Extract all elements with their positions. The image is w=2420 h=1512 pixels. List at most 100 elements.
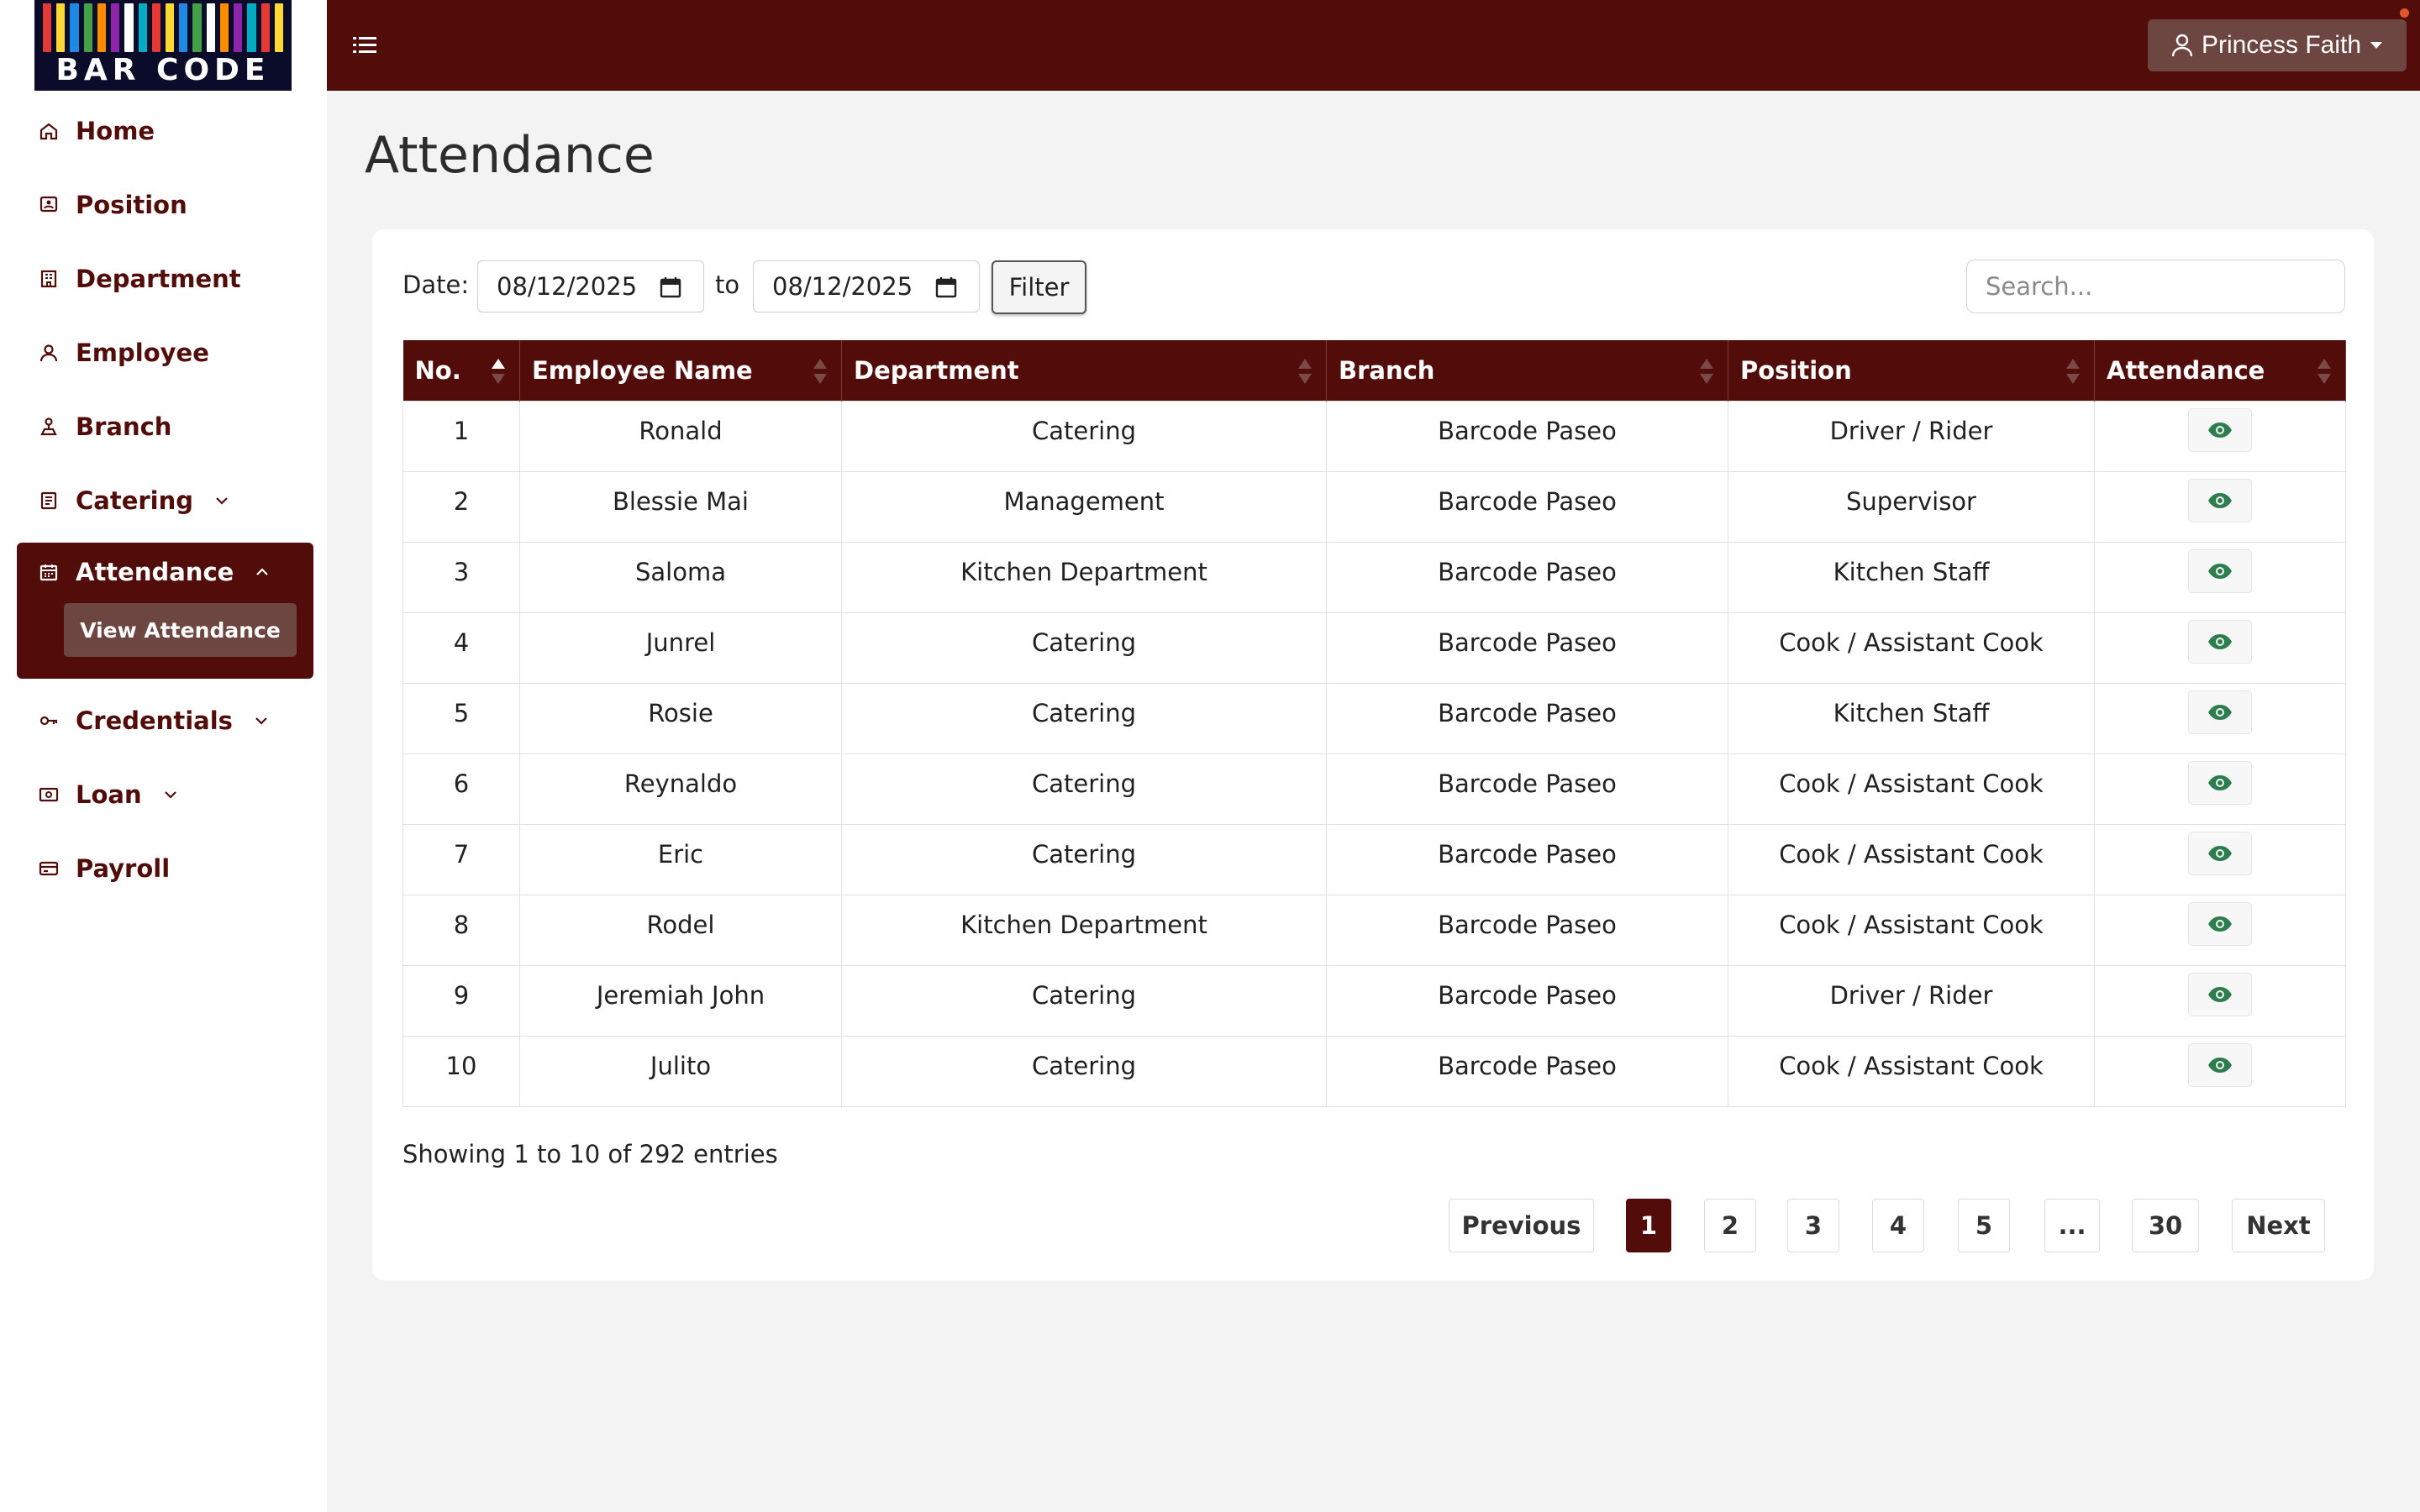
table-cell: Catering <box>841 400 1327 472</box>
view-attendance-button[interactable] <box>2188 831 2252 875</box>
page-button[interactable]: 2 <box>1704 1199 1756 1252</box>
sidebar-item-label: Catering <box>76 486 194 515</box>
barcode-logo[interactable]: BAR CODE <box>34 0 292 91</box>
table-cell: Supervisor <box>1728 470 2095 543</box>
view-attendance-button[interactable] <box>2188 478 2252 522</box>
logo-bar <box>179 3 188 52</box>
sidebar-item-label: Home <box>76 117 155 145</box>
sort-icon[interactable] <box>1697 357 1716 386</box>
next-page-button[interactable]: Next <box>2232 1199 2325 1252</box>
view-attendance-button[interactable] <box>2188 760 2252 805</box>
view-attendance-button[interactable] <box>2188 1042 2252 1087</box>
column-header-label: Employee Name <box>532 355 753 385</box>
view-attendance-button[interactable] <box>2188 972 2252 1016</box>
column-header[interactable]: No. <box>402 340 520 401</box>
view-attendance-button[interactable] <box>2188 619 2252 664</box>
table-cell: Rosie <box>519 682 842 754</box>
table-cell: Barcode Paseo <box>1326 823 1728 895</box>
view-attendance-button[interactable] <box>2188 690 2252 734</box>
attendance-cell <box>2094 964 2346 1037</box>
previous-page-button[interactable]: Previous <box>1449 1199 1594 1252</box>
chevron-down-icon <box>164 791 176 799</box>
sidebar-item-catering[interactable]: Catering <box>17 471 313 530</box>
table-row: 7 Eric Catering Barcode Paseo Cook / Assista… <box>402 823 2346 895</box>
entries-info: Showing 1 to 10 of 292 entries <box>402 1140 778 1168</box>
sidebar-item-loan[interactable]: Loan <box>17 765 313 824</box>
table-cell: Driver / Rider <box>1728 400 2095 472</box>
search-input[interactable] <box>1966 260 2345 313</box>
table-cell: Eric <box>519 823 842 895</box>
page-button[interactable]: 30 <box>2132 1199 2199 1252</box>
page-button[interactable]: 5 <box>1958 1199 2010 1252</box>
date-to-input[interactable]: 08/12/2025 <box>753 260 980 312</box>
table-cell: Kitchen Department <box>841 541 1327 613</box>
calendar-icon[interactable] <box>935 276 957 298</box>
table-cell: Kitchen Staff <box>1728 682 2095 754</box>
table-cell: 1 <box>402 400 520 472</box>
table-row: 8 Rodel Kitchen Department Barcode Paseo Coo… <box>402 894 2346 966</box>
user-icon <box>2171 34 2193 57</box>
view-attendance-button[interactable] <box>2188 549 2252 593</box>
table-cell: Julito <box>519 1035 842 1107</box>
attendance-table: No. Employee Name Department Branch Position… <box>402 340 2346 1107</box>
column-header[interactable]: Employee Name <box>519 340 842 401</box>
attendance-cell <box>2094 400 2346 472</box>
sidebar-item-branch[interactable]: Branch <box>17 397 313 456</box>
sort-icon[interactable] <box>811 357 829 386</box>
table-cell: Cook / Assistant Cook <box>1728 894 2095 966</box>
logo-bar <box>70 3 79 52</box>
sort-icon[interactable] <box>2315 357 2333 386</box>
filter-button[interactable]: Filter <box>992 260 1086 314</box>
attendance-cell <box>2094 682 2346 754</box>
catering-icon <box>40 491 57 510</box>
table-cell: Ronald <box>519 400 842 472</box>
column-header[interactable]: Position <box>1728 340 2095 401</box>
caret-down-icon <box>2370 42 2383 49</box>
table-row: 5 Rosie Catering Barcode Paseo Kitchen Staff <box>402 682 2346 754</box>
table-cell: Barcode Paseo <box>1326 894 1728 966</box>
logo-bar <box>43 3 52 52</box>
sort-icon[interactable] <box>489 357 508 386</box>
logo-bar <box>219 3 229 52</box>
logo-bar <box>206 3 215 52</box>
attendance-cell <box>2094 823 2346 895</box>
sort-icon[interactable] <box>2064 357 2082 386</box>
sidebar-item-credentials[interactable]: Credentials <box>17 691 313 750</box>
date-label: Date: <box>402 270 470 299</box>
view-attendance-button[interactable] <box>2188 901 2252 946</box>
user-icon <box>39 344 58 362</box>
menu-toggle-icon[interactable] <box>351 29 378 60</box>
department-icon <box>40 270 57 288</box>
logo-bar <box>260 3 270 52</box>
calendar-icon[interactable] <box>660 276 681 298</box>
column-header[interactable]: Department <box>841 340 1327 401</box>
sidebar-item-position[interactable]: Position <box>17 176 313 234</box>
sort-icon[interactable] <box>1296 357 1314 386</box>
table-row: 1 Ronald Catering Barcode Paseo Driver / Rid… <box>402 400 2346 472</box>
sidebar-item-payroll[interactable]: Payroll <box>17 839 313 898</box>
user-menu-button[interactable]: Princess Faith <box>2148 19 2407 71</box>
page-button[interactable]: 3 <box>1787 1199 1839 1252</box>
page-button[interactable]: 1 <box>1626 1199 1671 1252</box>
column-header[interactable]: Branch <box>1326 340 1728 401</box>
view-attendance-link[interactable]: View Attendance <box>64 603 297 657</box>
table-cell: Reynaldo <box>519 753 842 825</box>
logo-bar <box>274 3 283 52</box>
logo-bar <box>83 3 92 52</box>
date-from-input[interactable]: 08/12/2025 <box>477 260 704 312</box>
sidebar-item-home[interactable]: Home <box>17 102 313 160</box>
date-to-value: 08/12/2025 <box>772 272 913 301</box>
table-row: 10 Julito Catering Barcode Paseo Cook / Assi… <box>402 1035 2346 1107</box>
logo-bar <box>124 3 134 52</box>
table-cell: Barcode Paseo <box>1326 612 1728 684</box>
view-attendance-button[interactable] <box>2188 407 2252 452</box>
sidebar-item-attendance[interactable]: Attendance <box>17 543 313 601</box>
sidebar-item-employee[interactable]: Employee <box>17 323 313 382</box>
sidebar-item-department[interactable]: Department <box>17 249 313 308</box>
column-header-label: Department <box>854 355 1019 385</box>
table-cell: Barcode Paseo <box>1326 470 1728 543</box>
page-button[interactable]: 4 <box>1872 1199 1924 1252</box>
column-header-label: Attendance <box>2107 355 2265 385</box>
column-header[interactable]: Attendance <box>2094 340 2346 401</box>
table-cell: Rodel <box>519 894 842 966</box>
